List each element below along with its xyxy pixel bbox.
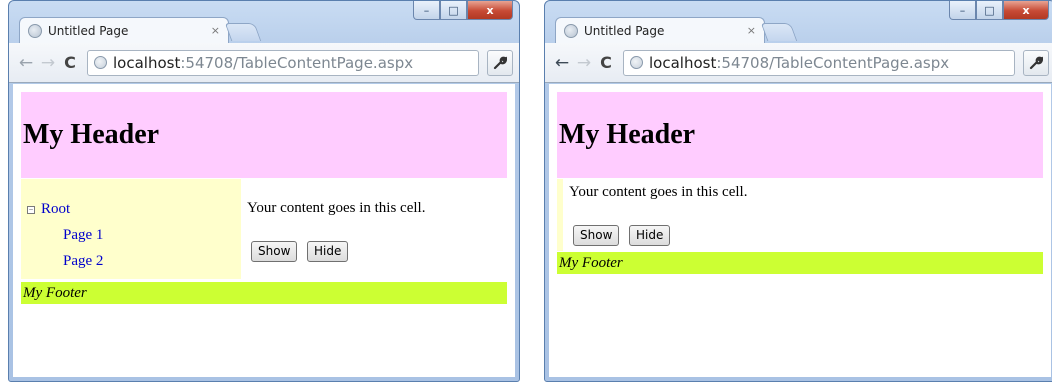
page-viewport: My Header − Root Page 1 Page 2 Your cont…	[13, 84, 515, 377]
content-text: Your content goes in this cell.	[569, 184, 748, 200]
url-host: localhost	[649, 53, 717, 72]
back-arrow-icon[interactable]: ←	[551, 53, 573, 73]
new-tab-button[interactable]	[224, 23, 262, 41]
tree-node-root[interactable]: − Root	[27, 201, 70, 218]
url-host: localhost	[113, 53, 181, 72]
page-favicon-icon	[28, 23, 42, 38]
address-bar[interactable]: localhost:54708/TableContentPage.aspx	[623, 49, 1015, 76]
url-path: :54708/TableContentPage.aspx	[180, 53, 414, 72]
window-caption-buttons: – □ x	[413, 1, 513, 20]
browser-tab[interactable]: Untitled Page ×	[555, 17, 765, 43]
collapsed-nav-cell	[557, 179, 563, 251]
wrench-menu-icon[interactable]	[487, 49, 513, 76]
page-viewport: My Header Your content goes in this cell…	[549, 84, 1051, 377]
tree-node-page-2[interactable]: Page 2	[63, 253, 103, 270]
page-info-icon[interactable]	[94, 56, 107, 69]
forward-arrow-icon[interactable]: →	[573, 53, 595, 73]
reload-icon[interactable]: C	[59, 53, 81, 72]
address-bar[interactable]: localhost:54708/TableContentPage.aspx	[87, 49, 479, 76]
browser-tab[interactable]: Untitled Page ×	[19, 17, 229, 43]
url-path: :54708/TableContentPage.aspx	[716, 53, 950, 72]
page-header: My Header	[557, 92, 1043, 178]
maximize-button[interactable]: □	[440, 1, 467, 20]
tree-node-page-1[interactable]: Page 1	[63, 227, 103, 244]
close-window-button[interactable]: x	[1003, 1, 1049, 20]
collapse-icon[interactable]: −	[27, 205, 35, 214]
browser-toolbar: ← → C localhost:54708/TableContentPage.a…	[9, 43, 519, 83]
minimize-button[interactable]: –	[413, 1, 440, 20]
tab-title: Untitled Page	[584, 23, 665, 38]
hide-button[interactable]: Hide	[629, 225, 671, 246]
page-favicon-icon	[564, 23, 578, 38]
page-title: My Header	[23, 119, 160, 150]
reload-icon[interactable]: C	[595, 53, 617, 72]
browser-toolbar: ← → C localhost:54708/TableContentPage.a…	[545, 43, 1052, 83]
browser-window-right: – □ x Untitled Page × ← → C localhost:54…	[544, 0, 1052, 382]
maximize-button[interactable]: □	[976, 1, 1003, 20]
tab-close-icon[interactable]: ×	[211, 24, 220, 37]
new-tab-button[interactable]	[760, 23, 798, 41]
browser-window-left: – □ x Untitled Page × ← → C localhost:54…	[8, 0, 520, 382]
page-header: My Header	[21, 92, 507, 178]
page-footer: My Footer	[557, 252, 1043, 274]
tab-close-icon[interactable]: ×	[747, 24, 756, 37]
navigation-tree: − Root Page 1 Page 2	[21, 179, 241, 279]
back-arrow-icon[interactable]: ←	[15, 53, 37, 73]
show-button[interactable]: Show	[573, 225, 620, 246]
window-caption-buttons: – □ x	[949, 1, 1049, 20]
content-text: Your content goes in this cell.	[247, 200, 426, 216]
wrench-menu-icon[interactable]	[1023, 49, 1049, 76]
tab-title: Untitled Page	[48, 23, 129, 38]
forward-arrow-icon[interactable]: →	[37, 53, 59, 73]
page-title: My Header	[559, 119, 696, 150]
page-info-icon[interactable]	[630, 56, 643, 69]
hide-button[interactable]: Hide	[307, 241, 349, 262]
page-footer: My Footer	[21, 282, 507, 304]
show-button[interactable]: Show	[251, 241, 298, 262]
close-window-button[interactable]: x	[467, 1, 513, 20]
minimize-button[interactable]: –	[949, 1, 976, 20]
tree-root-label[interactable]: Root	[41, 201, 70, 218]
